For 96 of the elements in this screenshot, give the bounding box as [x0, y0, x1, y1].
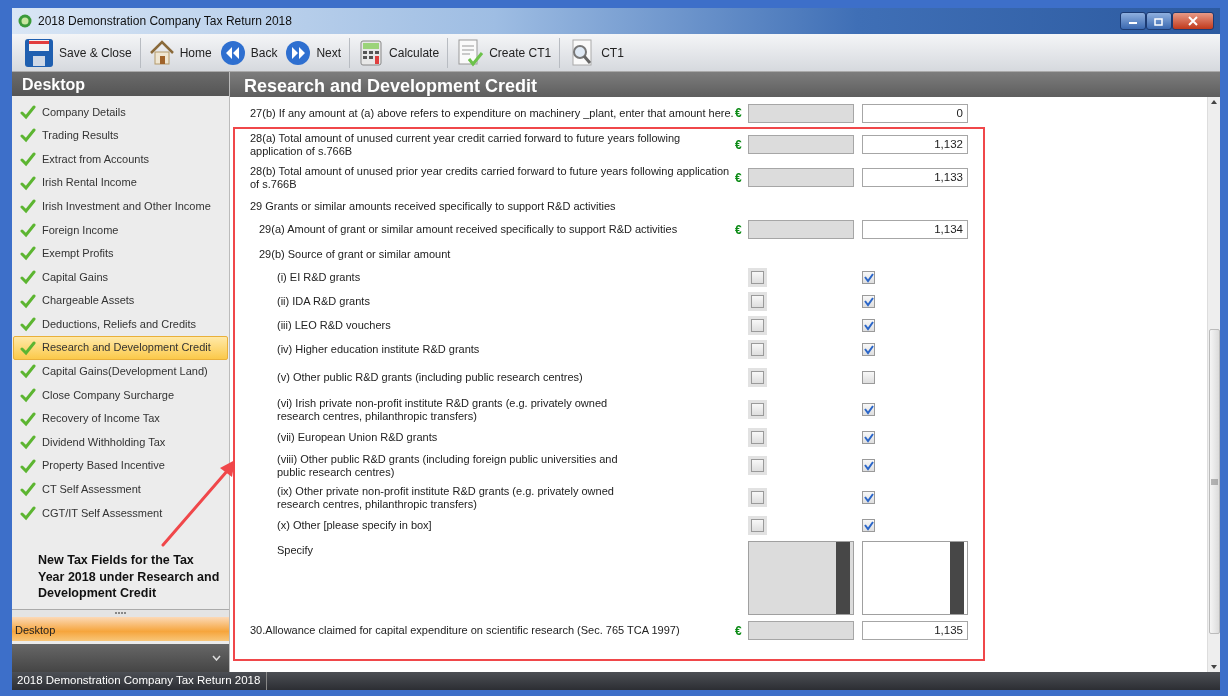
fast-forward-icon [285, 39, 312, 66]
restore-button[interactable] [1146, 12, 1172, 30]
check-icon [863, 272, 874, 284]
currency-symbol: € [735, 136, 743, 154]
sidebar-item[interactable]: Exempt Profits [13, 241, 228, 266]
input-field[interactable]: 0 [862, 103, 968, 123]
toolbar-button[interactable]: CT1 [566, 37, 626, 68]
input-field[interactable]: 1,133 [862, 168, 968, 188]
sidebar-title: Desktop [12, 72, 229, 96]
sidebar-item[interactable]: Deductions, Reliefs and Credits [13, 312, 228, 336]
currency-symbol: € [735, 622, 743, 640]
calculator-icon [358, 39, 385, 66]
rewind-icon [219, 39, 246, 66]
checkbox[interactable] [862, 403, 875, 417]
sidebar-item[interactable]: Research and Development Credit [13, 335, 228, 360]
checkbox[interactable] [862, 343, 875, 357]
pane-button[interactable]: Desktop [12, 617, 229, 641]
field-label: 29 Grants or similar amounts received specifically to support R&D activities [250, 199, 617, 215]
field-label: Specify [276, 542, 315, 558]
check-icon [863, 320, 874, 332]
restore-icon [1154, 16, 1164, 26]
annotation-text: New Tax Fields for the Tax Year 2018 under Research and Development Credit [37, 552, 221, 602]
sidebar-item[interactable]: CT Self Assessment [13, 477, 228, 502]
app-icon [18, 14, 32, 28]
scrollbar[interactable] [1207, 97, 1220, 672]
sidebar-item[interactable]: Property Based Incentive [13, 453, 228, 478]
check-icon [863, 296, 874, 308]
text-area[interactable] [862, 540, 968, 615]
sidebar-item[interactable]: Close Company Surcharge [13, 383, 228, 407]
sidebar-item[interactable]: Foreign Income [13, 217, 228, 242]
status-text: 2018 Demonstration Company Tax Return 2018 [12, 672, 268, 690]
sidebar-item[interactable]: Capital Gains(Development Land) [13, 359, 228, 384]
checkbox[interactable] [862, 271, 875, 285]
toolbar-button[interactable]: Back [217, 37, 280, 68]
sidebar-item[interactable]: Chargeable Assets [13, 288, 228, 313]
sidebar-item[interactable]: Recovery of Income Tax [13, 406, 228, 431]
check-icon [863, 404, 874, 416]
document-check-icon [456, 38, 485, 67]
field-label: (x) Other [please specify in box] [276, 518, 433, 534]
field-label: (ii) IDA R&D grants [276, 294, 371, 310]
checkbox[interactable] [862, 319, 875, 333]
field-label: 28(a) Total amount of unused current year credit carried forward to future years following application of s.766B [250, 131, 682, 159]
field-label: (iv) Higher education institute R&D grants [276, 342, 481, 358]
house-icon [148, 39, 175, 66]
field-label: 29(b) Source of grant or similar amount [258, 247, 452, 263]
checkbox[interactable] [862, 371, 875, 385]
close-icon [1188, 16, 1198, 26]
currency-symbol: € [735, 169, 743, 187]
field-label: (vi) Irish private non-profit institute R&D grants (e.g. privately owned research centres, philanthropic transfers) [276, 395, 609, 424]
field-label: (vii) European Union R&D grants [276, 430, 439, 446]
input-field[interactable]: 1,135 [862, 621, 968, 641]
check-icon [863, 460, 874, 472]
minimize-button[interactable] [1120, 12, 1146, 30]
toolbar-button[interactable]: Create CT1 [454, 37, 554, 68]
field-label: 28(b) Total amount of unused prior year credits carried forward to future years following application of s.766B [250, 164, 731, 192]
sidebar-item[interactable]: Dividend Withholding Tax [13, 430, 228, 454]
sidebar-item[interactable]: Irish Investment and Other Income [13, 194, 228, 218]
page-title: Research and Development Credit [230, 72, 1220, 97]
checkbox[interactable] [862, 459, 875, 473]
field-label: (i) EI R&D grants [276, 270, 362, 286]
check-icon [863, 432, 874, 444]
field-label: (ix) Other private non-profit institute R&D grants (e.g. privately owned research centres, philanthropic transfers) [276, 483, 615, 512]
grip-icon [114, 612, 127, 615]
scrollbar-thumb[interactable] [1208, 329, 1220, 634]
sidebar-item[interactable]: Extract from Accounts [13, 147, 228, 171]
window-title: 2018 Demonstration Company Tax Return 2018 [38, 13, 292, 30]
checkbox[interactable] [862, 519, 875, 533]
field-label: (viii) Other public R&D grants (including foreign public universities and public research centres) [276, 451, 619, 480]
field-label: 29(a) Amount of grant or similar amount received specifically to support R&D activities [258, 222, 679, 238]
sidebar-item[interactable]: Irish Rental Income [13, 170, 228, 195]
toolbar-button[interactable]: Save & Close [22, 37, 134, 68]
input-field[interactable]: 1,132 [862, 135, 968, 155]
check-icon [863, 520, 874, 532]
sidebar-item[interactable]: CGT/IT Self Assessment [13, 501, 228, 525]
chevron-down-icon [212, 655, 221, 661]
sidebar-item[interactable]: Company Details [13, 100, 228, 124]
toolbar-button[interactable]: Next [283, 37, 344, 68]
input-field[interactable]: 1,134 [862, 220, 968, 240]
check-icon [863, 492, 874, 504]
sidebar-item[interactable]: Capital Gains [13, 265, 228, 289]
field-label: (v) Other public R&D grants (including public research centres) [276, 370, 584, 386]
checkbox[interactable] [862, 295, 875, 309]
checkbox[interactable] [862, 431, 875, 445]
currency-symbol: € [735, 105, 743, 122]
grip-icon [1210, 478, 1218, 485]
field-label: (iii) LEO R&D vouchers [276, 318, 392, 334]
toolbar-button[interactable]: Home [146, 37, 214, 68]
currency-symbol: € [735, 221, 743, 239]
field-label: 27(b) If any amount at (a) above refers to expenditure on machinery _plant, enter that amount here. [250, 105, 735, 121]
checkbox[interactable] [862, 491, 875, 505]
toolbar-button[interactable]: Calculate [356, 37, 442, 68]
field-label: 30.Allowance claimed for capital expenditure on scientific research (Sec. 765 TCA 1997) [250, 623, 681, 639]
check-icon [863, 344, 874, 356]
save-icon [24, 37, 54, 68]
close-button[interactable] [1172, 12, 1214, 30]
sidebar-item[interactable]: Trading Results [13, 123, 228, 148]
